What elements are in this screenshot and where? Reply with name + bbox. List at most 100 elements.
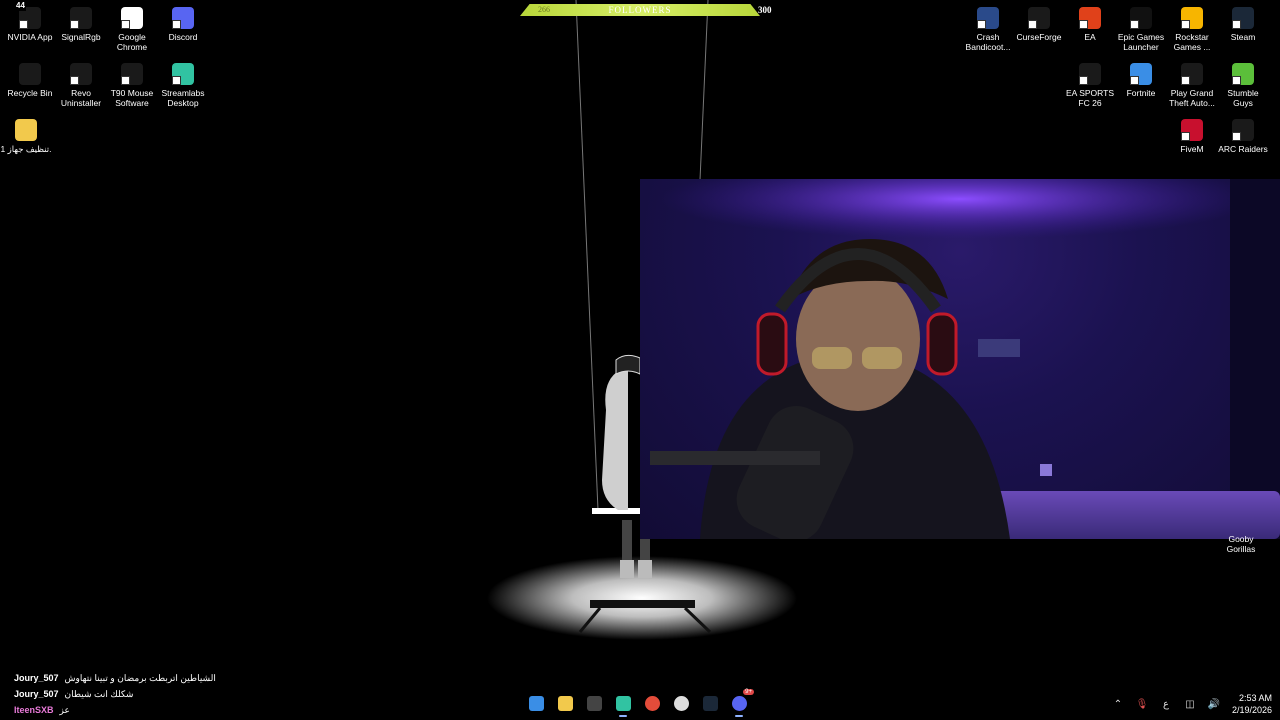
- desktop-shortcut-label: EA SPORTS FC 26: [1065, 88, 1115, 108]
- desktop-shortcut[interactable]: Crash Bandicoot...: [962, 7, 1014, 52]
- desktop-shortcut-label: Rockstar Games ...: [1173, 32, 1211, 52]
- chat-message: Joury_507 الشياطين اتربطت برمضان و تبينا …: [14, 670, 216, 686]
- desktop-shortcut-label: Fortnite: [1126, 88, 1156, 98]
- desktop-shortcut[interactable]: Revo Uninstaller: [55, 63, 107, 108]
- desktop-shortcut[interactable]: EA SPORTS FC 26: [1064, 63, 1116, 108]
- system-tray: ⌃ 🎙 ع ◫ 🔊 2:53 AM 2/19/2026: [1112, 691, 1272, 717]
- volume-icon[interactable]: 🔊: [1208, 698, 1220, 710]
- notification-badge: 9+: [743, 689, 754, 695]
- discord-taskbar-icon[interactable]: 9+: [728, 689, 754, 717]
- chat-text: شكلك انت شيطان: [64, 689, 134, 699]
- nvidia-icon: 44: [15, 1, 41, 29]
- taskbar-glyph: [586, 695, 602, 711]
- chat-text: الشياطين اتربطت برمضان و تبينا نتهاوش: [64, 673, 216, 683]
- person-head: [796, 267, 920, 411]
- arc-icon: [1232, 119, 1254, 141]
- desktop-shortcut-label: FiveM: [1180, 144, 1204, 154]
- fortnite-icon: [1130, 63, 1152, 85]
- desktop-shortcut-label: Revo Uninstaller: [60, 88, 102, 108]
- desktop-shortcut[interactable]: ARC Raiders: [1217, 119, 1269, 154]
- desktop-shortcut[interactable]: Steam: [1217, 7, 1269, 42]
- desktop-shortcut[interactable]: SignalRgb: [55, 7, 107, 42]
- gooby-gorillas-label[interactable]: Gooby Gorillas: [1222, 534, 1260, 554]
- epic-icon: [1130, 7, 1152, 29]
- microsoft-store-icon[interactable]: [583, 692, 605, 714]
- chat-username: IteenSXB: [14, 705, 54, 715]
- desktop-shortcut[interactable]: Play Grand Theft Auto...: [1166, 63, 1218, 108]
- desktop-shortcut[interactable]: EA: [1064, 7, 1116, 42]
- desktop-shortcut[interactable]: Fortnite: [1115, 63, 1167, 98]
- discord-icon: [172, 7, 194, 29]
- taskbar-glyph: [702, 695, 718, 711]
- desktop-shortcut[interactable]: Epic Games Launcher: [1115, 7, 1167, 52]
- desktop-shortcut[interactable]: تنظيف جهاز 1.: [0, 119, 52, 154]
- desktop-shortcut[interactable]: Recycle Bin: [4, 63, 56, 98]
- desktop-shortcut-label: Discord: [168, 32, 198, 42]
- follower-goal-bar: 266 FOLLOWERS: [520, 4, 760, 16]
- taskbar-glyph: [644, 695, 660, 711]
- chrome-taskbar-icon[interactable]: [641, 692, 663, 714]
- desktop-shortcut[interactable]: Rockstar Games ...: [1166, 7, 1218, 52]
- steam-taskbar-icon[interactable]: [699, 692, 721, 714]
- sofa: [990, 491, 1280, 539]
- follower-goal-title: FOLLOWERS: [608, 5, 672, 15]
- windows-start-icon[interactable]: [525, 692, 547, 714]
- desktop-shortcut-label: T90 Mouse Software: [110, 88, 154, 108]
- folder-icon: [15, 119, 37, 141]
- desktop-shortcut-label: Steam: [1230, 32, 1256, 42]
- stream-chat: Joury_507 الشياطين اتربطت برمضان و تبينا …: [14, 670, 216, 718]
- clock-time: 2:53 AM: [1238, 693, 1272, 703]
- wall-sign: [978, 339, 1020, 357]
- steam-icon: [1232, 7, 1254, 29]
- network-icon[interactable]: ◫: [1184, 698, 1196, 710]
- desktop-shortcut-label: EA: [1084, 32, 1096, 42]
- chevron-up-icon[interactable]: ⌃: [1112, 698, 1124, 710]
- crash-icon: [977, 7, 999, 29]
- taskbar-glyph: [731, 695, 747, 711]
- chat-username: Joury_507: [14, 689, 59, 699]
- language-indicator[interactable]: ع: [1160, 698, 1172, 710]
- chat-username: Joury_507: [14, 673, 59, 683]
- taskbar: 9+: [525, 689, 754, 717]
- desktop-shortcut[interactable]: Streamlabs Desktop: [157, 63, 209, 108]
- desktop-shortcut-label: تنظيف جهاز 1.: [0, 144, 52, 154]
- clock[interactable]: 2:53 AM 2/19/2026: [1232, 692, 1272, 716]
- desktop-shortcut[interactable]: Discord: [157, 7, 209, 42]
- taskbar-glyph: [615, 695, 631, 711]
- desktop-shortcut-label: CurseForge: [1016, 32, 1062, 42]
- chat-message: IteenSXB عز: [14, 702, 216, 718]
- microphone-icon[interactable]: 🎙: [1136, 698, 1149, 710]
- desktop-shortcut-label: Recycle Bin: [7, 88, 53, 98]
- webcam-scene: [650, 179, 1280, 539]
- recycle-bin-icon: [19, 63, 41, 85]
- streamlabs-taskbar-icon[interactable]: [612, 692, 634, 717]
- file-explorer-icon[interactable]: [554, 692, 576, 714]
- desktop-shortcut-label: ARC Raiders: [1218, 144, 1268, 154]
- chat-text: عز: [59, 705, 70, 715]
- desktop-shortcut[interactable]: 44 NVIDIA App: [4, 1, 56, 42]
- desktop-shortcut[interactable]: Google Chrome: [106, 7, 158, 52]
- taskbar-glyph: [673, 695, 689, 711]
- desktop-shortcut-label: Stumble Guys: [1227, 88, 1259, 108]
- desktop-shortcut[interactable]: Stumble Guys: [1217, 63, 1269, 108]
- signalrgb-icon: [70, 7, 92, 29]
- ea-icon: [1079, 7, 1101, 29]
- obs-taskbar-icon[interactable]: [670, 692, 692, 714]
- desktop-shortcut-label: NVIDIA App: [7, 32, 53, 42]
- desktop-shortcut-label: Play Grand Theft Auto...: [1169, 88, 1215, 108]
- follower-goal-target: 300: [758, 5, 772, 15]
- desktop-shortcut-label: SignalRgb: [61, 32, 101, 42]
- desktop-shortcut[interactable]: CurseForge: [1013, 7, 1065, 42]
- webcam-overlay: [640, 179, 1280, 539]
- chrome-icon: [121, 7, 143, 29]
- desktop-shortcut[interactable]: T90 Mouse Software: [106, 63, 158, 108]
- swing-rope-left: [575, 0, 599, 511]
- desktop-shortcut-label: Google Chrome: [116, 32, 148, 52]
- swing-rope-right: [699, 0, 709, 181]
- desktop-shortcut-label: Crash Bandicoot...: [965, 32, 1011, 52]
- mouse-icon: [121, 63, 143, 85]
- sitting-figure: [602, 370, 628, 510]
- chat-message: Joury_507 شكلك انت شيطان: [14, 686, 216, 702]
- desktop-shortcut[interactable]: FiveM: [1166, 119, 1218, 154]
- led-cloud-ceiling: [660, 179, 1260, 239]
